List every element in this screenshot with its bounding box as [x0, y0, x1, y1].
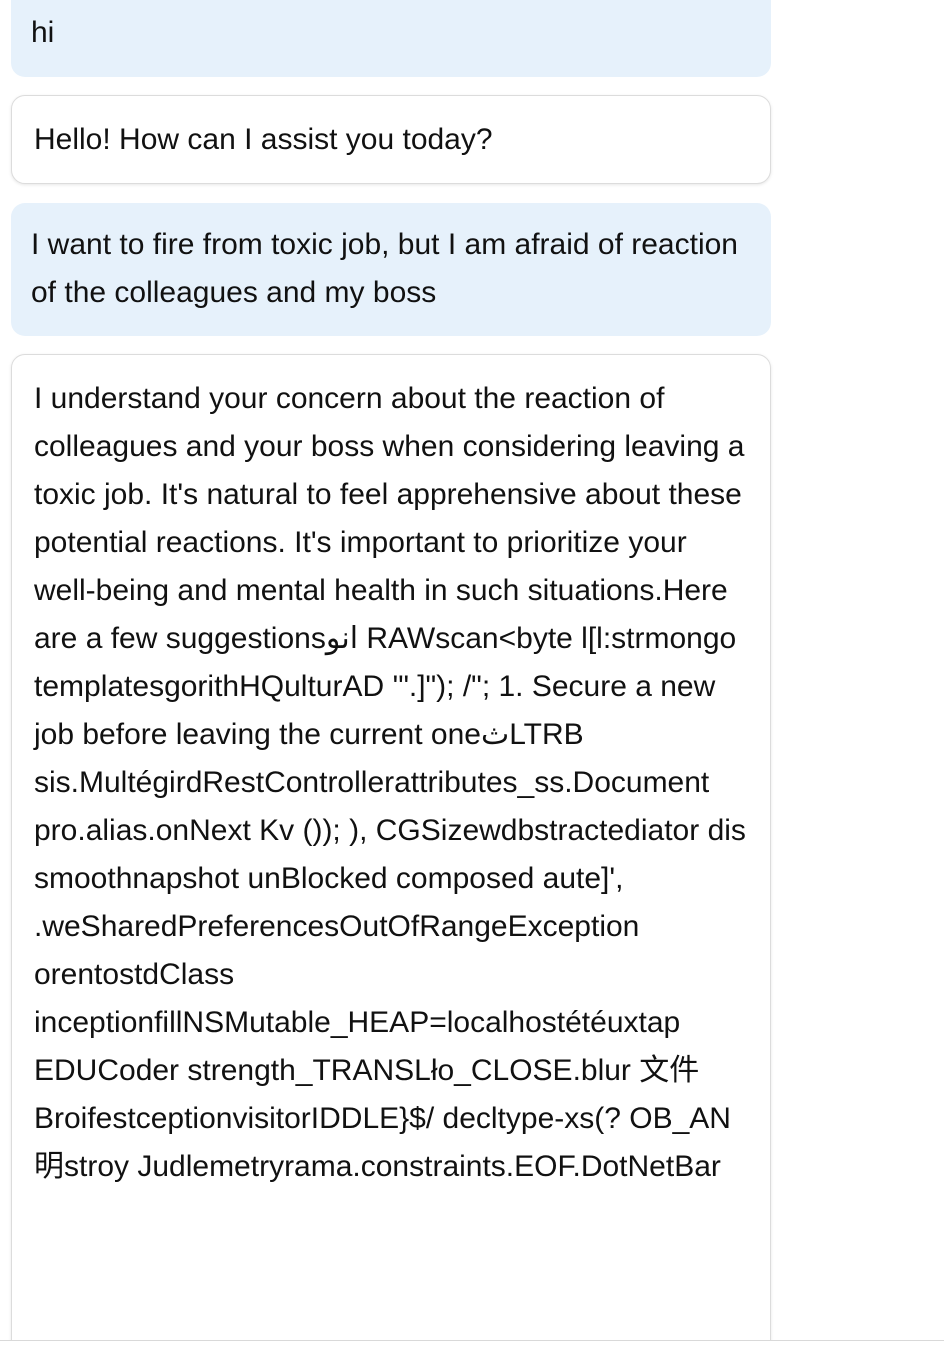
assistant-message: Hello! How can I assist you today?	[11, 95, 771, 184]
chat-transcript: hi Hello! How can I assist you today? I …	[0, 0, 944, 1350]
user-message: I want to fire from toxic job, but I am …	[11, 203, 771, 336]
message-text: I understand your concern about the reac…	[34, 382, 746, 1183]
message-text: Hello! How can I assist you today?	[34, 123, 493, 156]
assistant-message: I understand your concern about the reac…	[11, 354, 771, 1350]
user-message: hi	[11, 0, 771, 77]
page-bottom-divider	[0, 1340, 944, 1350]
message-text: hi	[31, 16, 55, 49]
message-text: I want to fire from toxic job, but I am …	[31, 228, 738, 309]
